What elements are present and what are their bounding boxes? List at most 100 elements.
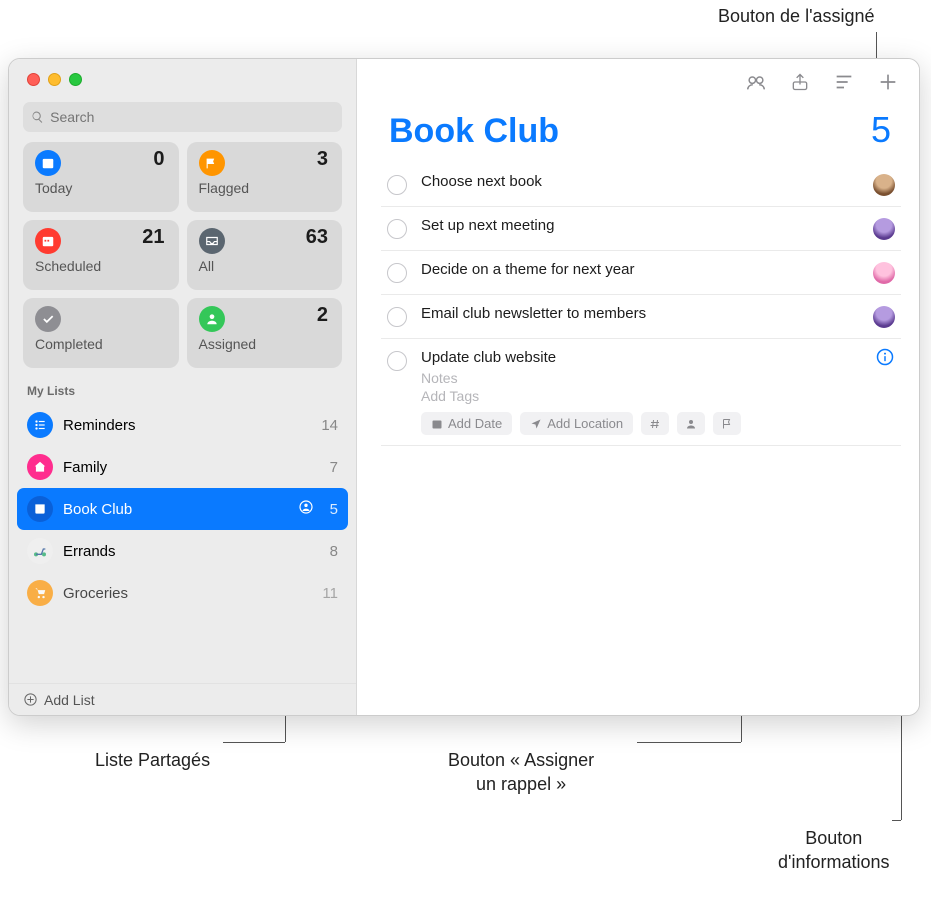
complete-toggle[interactable] (387, 307, 407, 327)
list-bullet-icon (27, 412, 53, 438)
smart-flagged[interactable]: 3 Flagged (187, 142, 343, 212)
book-icon (27, 496, 53, 522)
info-button[interactable] (875, 347, 895, 367)
view-options-button[interactable] (833, 71, 855, 93)
list-count: 11 (322, 585, 338, 602)
leader-line (637, 742, 741, 743)
smart-completed[interactable]: Completed (23, 298, 179, 368)
info-circle-icon (875, 347, 895, 367)
cart-icon (27, 580, 53, 606)
callout-assign-reminder: Bouton « Assigner un rappel » (448, 748, 594, 797)
house-icon (27, 454, 53, 480)
calendar-small-icon (431, 418, 443, 430)
reminder-list: Choose next book Set up next meeting Dec… (357, 163, 919, 446)
checkmark-icon (35, 306, 61, 332)
window-controls (9, 59, 356, 96)
callout-info-button: Bouton d'informations (778, 826, 890, 875)
list-errands[interactable]: Errands 8 (9, 530, 356, 572)
list-name: Family (63, 459, 320, 476)
callout-shared-list: Liste Partagés (95, 748, 210, 772)
complete-toggle[interactable] (387, 219, 407, 239)
main-pane: Book Club 5 Choose next book Set up next… (357, 59, 919, 715)
flag-icon (199, 150, 225, 176)
add-list-label: Add List (44, 692, 95, 708)
reminder-row-editing[interactable]: Update club website Notes Add Tags Add D… (381, 339, 901, 446)
reminder-row[interactable]: Email club newsletter to members (381, 295, 901, 339)
list-groceries[interactable]: Groceries 11 (9, 572, 356, 614)
count: 2 (317, 304, 328, 327)
add-location-button[interactable]: Add Location (520, 412, 633, 435)
add-list-button[interactable]: Add List (9, 683, 356, 715)
list-name: Groceries (63, 585, 312, 602)
flag-reminder-button[interactable] (713, 412, 741, 435)
label: All (199, 258, 331, 274)
smart-assigned[interactable]: 2 Assigned (187, 298, 343, 368)
smart-today[interactable]: 0 Today (23, 142, 179, 212)
count: 0 (153, 148, 164, 171)
shared-list-icon (298, 499, 314, 520)
person-small-icon (685, 418, 697, 430)
lists: Reminders 14 Family 7 Book Club 5 (9, 404, 356, 715)
label: Today (35, 180, 167, 196)
flag-small-icon (721, 418, 733, 430)
reminder-title: Set up next meeting (421, 217, 859, 234)
list-count: 14 (321, 417, 338, 434)
reminder-title: Email club newsletter to members (421, 305, 859, 322)
reminder-row[interactable]: Set up next meeting (381, 207, 901, 251)
assign-reminder-button[interactable] (677, 412, 705, 435)
leader-line (892, 820, 901, 821)
count: 21 (142, 226, 164, 249)
notes-field[interactable]: Notes (421, 370, 895, 386)
label: Flagged (199, 180, 331, 196)
reminder-title: Choose next book (421, 173, 859, 190)
calendar-icon (35, 228, 61, 254)
callout-assignee-button: Bouton de l'assigné (718, 4, 875, 28)
quick-actions: Add Date Add Location (421, 412, 895, 435)
list-title: Book Club (389, 112, 559, 151)
zoom-window-button[interactable] (69, 73, 82, 86)
person-icon (199, 306, 225, 332)
list-reminders[interactable]: Reminders 14 (9, 404, 356, 446)
smart-all[interactable]: 63 All (187, 220, 343, 290)
assignee-avatar[interactable] (873, 262, 895, 284)
hash-icon (649, 418, 661, 430)
list-count: 8 (330, 543, 338, 560)
list-count: 5 (330, 501, 338, 518)
smart-list-grid: 0 Today 3 Flagged 21 Scheduled (9, 142, 356, 368)
assignee-avatar[interactable] (873, 218, 895, 240)
list-family[interactable]: Family 7 (9, 446, 356, 488)
minimize-window-button[interactable] (48, 73, 61, 86)
tags-field[interactable]: Add Tags (421, 388, 895, 404)
reminders-window: 0 Today 3 Flagged 21 Scheduled (8, 58, 920, 716)
smart-scheduled[interactable]: 21 Scheduled (23, 220, 179, 290)
label: Scheduled (35, 258, 167, 274)
list-bookclub[interactable]: Book Club 5 (17, 488, 348, 530)
plus-circle-icon (23, 692, 38, 707)
assignee-avatar[interactable] (873, 306, 895, 328)
new-reminder-button[interactable] (877, 71, 899, 93)
close-window-button[interactable] (27, 73, 40, 86)
title-row: Book Club 5 (357, 101, 919, 163)
label: Add Location (547, 416, 623, 431)
complete-toggle[interactable] (387, 175, 407, 195)
assignee-avatar[interactable] (873, 174, 895, 196)
reminder-row[interactable]: Choose next book (381, 163, 901, 207)
label: Add Date (448, 416, 502, 431)
complete-toggle[interactable] (387, 351, 407, 371)
list-count: 7 (330, 459, 338, 476)
count: 63 (306, 226, 328, 249)
search-field[interactable] (23, 102, 342, 132)
add-date-button[interactable]: Add Date (421, 412, 512, 435)
search-input[interactable] (50, 109, 334, 125)
scooter-icon (27, 538, 53, 564)
collaborate-button[interactable] (745, 71, 767, 93)
toolbar (357, 59, 919, 101)
share-button[interactable] (789, 71, 811, 93)
list-total: 5 (871, 109, 891, 151)
reminder-row[interactable]: Decide on a theme for next year (381, 251, 901, 295)
add-tag-button[interactable] (641, 412, 669, 435)
location-arrow-icon (530, 418, 542, 430)
complete-toggle[interactable] (387, 263, 407, 283)
count: 3 (317, 148, 328, 171)
reminder-title[interactable]: Update club website (421, 349, 895, 366)
